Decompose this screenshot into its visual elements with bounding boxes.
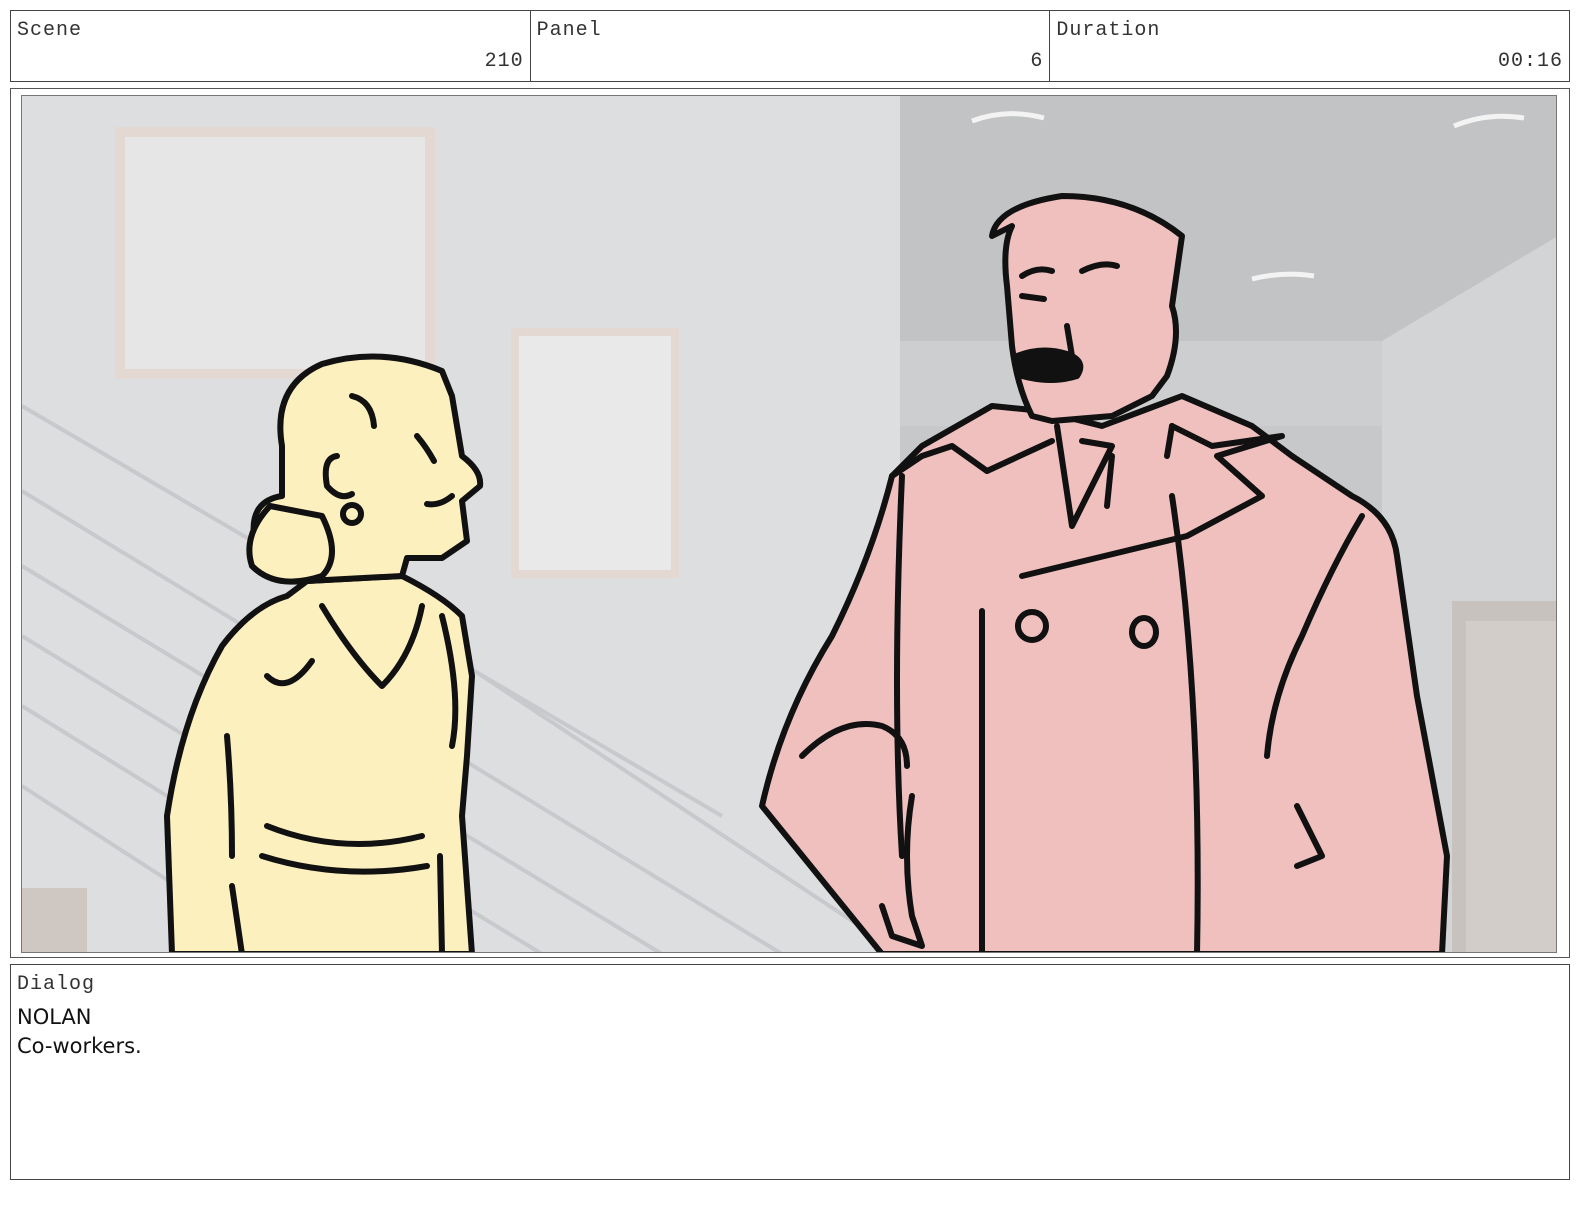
picture-frame	[511, 328, 679, 578]
panel-cell: Panel 6	[531, 11, 1051, 81]
duration-value: 00:16	[1498, 50, 1564, 73]
scene-cell: Scene 210	[11, 11, 531, 81]
scene-number: 210	[484, 50, 524, 73]
duration-label: Duration	[1056, 19, 1161, 42]
dialog-line: Co-workers.	[17, 1034, 142, 1058]
duration-cell: Duration 00:16	[1050, 11, 1569, 81]
storyboard-drawing	[21, 95, 1557, 953]
newel-post	[22, 888, 87, 952]
scene-label: Scene	[17, 19, 83, 42]
panel-number: 6	[1030, 50, 1044, 73]
dialog-speaker: NOLAN	[17, 1005, 92, 1029]
picture-frame	[115, 127, 435, 379]
dialog-label: Dialog	[17, 973, 96, 996]
panel-label: Panel	[536, 19, 602, 42]
dialog-box: Dialog NOLAN Co-workers.	[10, 964, 1570, 1180]
door	[1466, 621, 1556, 952]
panel-header: Scene 210 Panel 6 Duration 00:16	[10, 10, 1570, 82]
storyboard-panel	[10, 88, 1570, 958]
